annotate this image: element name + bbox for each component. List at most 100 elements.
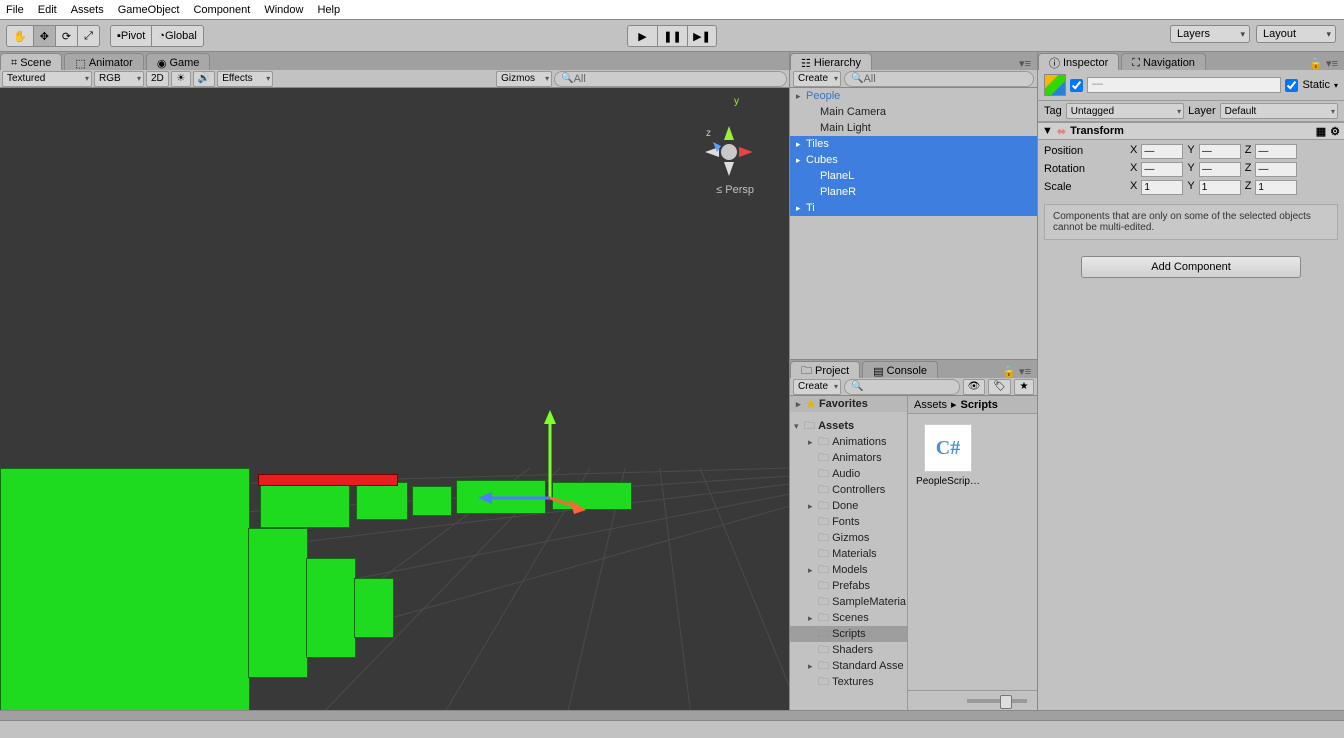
menu-gameobject[interactable]: GameObject (118, 4, 180, 16)
panel-menu-icon[interactable]: ▾≡ (1013, 57, 1037, 70)
menu-component[interactable]: Component (193, 4, 250, 16)
panel-lock-icon[interactable]: 🔒 ▾≡ (996, 365, 1037, 378)
search-label-icon[interactable]: 🏷 (988, 379, 1011, 395)
rotate-tool[interactable]: ⟳ (55, 25, 77, 47)
move-tool[interactable]: ✥ (33, 25, 55, 47)
tab-hierarchy[interactable]: ☷Hierarchy (790, 53, 872, 70)
x-field[interactable] (1141, 144, 1183, 159)
layers-dropdown[interactable]: Layers (1170, 25, 1250, 43)
static-checkbox[interactable] (1285, 79, 1298, 92)
project-tree-item[interactable]: 🗀 Prefabs (790, 578, 907, 594)
project-tree-item[interactable]: 🗀 SampleMateria (790, 594, 907, 610)
info-icon: ⓘ (1049, 55, 1060, 71)
search-assets-icon[interactable]: 👁 (963, 379, 986, 395)
project-tree-item[interactable]: 🗀 Animators (790, 450, 907, 466)
hand-tool[interactable]: ✋ (6, 25, 33, 47)
shading-dropdown[interactable]: Textured (2, 71, 92, 87)
menu-help[interactable]: Help (317, 4, 340, 16)
project-tree-item[interactable]: 🗀 Scripts (790, 626, 907, 642)
2d-toggle[interactable]: 2D (146, 71, 169, 87)
scale-tool[interactable]: ⤢ (77, 25, 100, 47)
add-component-button[interactable]: Add Component (1081, 256, 1301, 278)
y-field[interactable] (1199, 162, 1241, 177)
project-tree[interactable]: ▸★ Favorites ▾🗀 Assets▸🗀 Animations🗀 Ani… (790, 396, 908, 710)
tab-console[interactable]: ▤Console (862, 361, 938, 378)
y-field[interactable] (1199, 144, 1241, 159)
save-search-icon[interactable]: ★ (1014, 379, 1034, 395)
project-tree-item[interactable]: 🗀 Audio (790, 466, 907, 482)
pivot-button[interactable]: ▪ Pivot (110, 25, 151, 47)
project-content[interactable]: C# PeopleScrip… (908, 414, 1037, 690)
orientation-gizmo[interactable] (699, 118, 759, 178)
pivot-group: ▪ Pivot ◔ Global (110, 25, 204, 47)
menu-file[interactable]: File (6, 4, 24, 16)
menu-window[interactable]: Window (264, 4, 303, 16)
hierarchy-item[interactable]: ▸People (790, 88, 1037, 104)
hierarchy-item[interactable]: Main Camera (790, 104, 1037, 120)
x-field[interactable] (1141, 162, 1183, 177)
x-field[interactable] (1141, 180, 1183, 195)
name-field[interactable] (1087, 77, 1281, 93)
persp-label: ≤ Persp (716, 184, 754, 196)
rgb-dropdown[interactable]: RGB (94, 71, 144, 87)
project-tree-item[interactable]: 🗀 Controllers (790, 482, 907, 498)
hierarchy-search[interactable]: 🔍All (844, 71, 1034, 87)
icon-size-slider[interactable] (908, 690, 1037, 710)
project-tree-item[interactable]: 🗀 Textures (790, 674, 907, 690)
file-peoplescript[interactable]: C# PeopleScrip… (918, 424, 978, 487)
step-button[interactable]: ▶❚ (687, 25, 717, 47)
project-search[interactable]: 🔍 (844, 379, 960, 395)
tag-dropdown[interactable]: Untagged (1066, 103, 1184, 119)
z-field[interactable] (1255, 162, 1297, 177)
help-icon[interactable]: ▦ (1316, 125, 1326, 138)
y-field[interactable] (1199, 180, 1241, 195)
project-tree-item[interactable]: 🗀 Shaders (790, 642, 907, 658)
tab-animator[interactable]: ⬚Animator (64, 53, 143, 70)
scene-viewport[interactable]: y z ≤ Persp (0, 88, 789, 710)
hierarchy-item[interactable]: ▸Tiles (790, 136, 1037, 152)
menu-assets[interactable]: Assets (71, 4, 104, 16)
hierarchy-item[interactable]: ▸Cubes (790, 152, 1037, 168)
transform-header[interactable]: ▼ ⬌ Transform ▦ ⚙ (1038, 122, 1344, 140)
tab-game[interactable]: ◉Game (146, 53, 211, 70)
layer-dropdown[interactable]: Default (1220, 103, 1338, 119)
project-tree-item[interactable]: ▸🗀 Animations (790, 434, 907, 450)
z-field[interactable] (1255, 144, 1297, 159)
breadcrumb-assets[interactable]: Assets (914, 399, 947, 411)
hierarchy-item[interactable]: Main Light (790, 120, 1037, 136)
project-tree-item[interactable]: ▸🗀 Done (790, 498, 907, 514)
project-tree-item[interactable]: ▸🗀 Scenes (790, 610, 907, 626)
scene-search[interactable]: 🔍All (554, 71, 787, 87)
hierarchy-item[interactable]: ▸Ti (790, 200, 1037, 216)
hierarchy-tree[interactable]: ▸PeopleMain CameraMain Light▸Tiles▸Cubes… (790, 88, 1037, 359)
project-tree-item[interactable]: ▾🗀 Assets (790, 418, 907, 434)
breadcrumb[interactable]: Assets▸Scripts (908, 396, 1037, 414)
audio-toggle[interactable]: 🔊 (193, 71, 215, 87)
tab-inspector[interactable]: ⓘInspector (1038, 53, 1119, 70)
effects-dropdown[interactable]: Effects (217, 71, 273, 87)
project-tree-item[interactable]: 🗀 Gizmos (790, 530, 907, 546)
z-field[interactable] (1255, 180, 1297, 195)
light-toggle[interactable]: ☀ (171, 71, 191, 87)
tab-scene[interactable]: ⌗Scene (0, 53, 62, 70)
play-button[interactable]: ▶ (627, 25, 657, 47)
pause-button[interactable]: ❚❚ (657, 25, 687, 47)
menu-edit[interactable]: Edit (38, 4, 57, 16)
project-create[interactable]: Create (793, 379, 841, 395)
project-tree-item[interactable]: ▸🗀 Standard Asse (790, 658, 907, 674)
layout-dropdown[interactable]: Layout (1256, 25, 1336, 43)
global-button[interactable]: ◔ Global (151, 25, 203, 47)
project-tree-item[interactable]: 🗀 Materials (790, 546, 907, 562)
tab-project[interactable]: 🗀Project (790, 361, 860, 378)
breadcrumb-scripts[interactable]: Scripts (961, 399, 998, 411)
project-tree-item[interactable]: 🗀 Fonts (790, 514, 907, 530)
hierarchy-item[interactable]: PlaneR (790, 184, 1037, 200)
active-checkbox[interactable] (1070, 79, 1083, 92)
panel-lock-icon[interactable]: 🔒 ▾≡ (1303, 57, 1344, 70)
tab-navigation[interactable]: ⛶Navigation (1121, 53, 1206, 70)
gizmos-dropdown[interactable]: Gizmos (496, 71, 552, 87)
project-tree-item[interactable]: ▸🗀 Models (790, 562, 907, 578)
hierarchy-item[interactable]: PlaneL (790, 168, 1037, 184)
gear-icon[interactable]: ⚙ (1330, 125, 1340, 138)
hierarchy-create[interactable]: Create (793, 71, 841, 87)
